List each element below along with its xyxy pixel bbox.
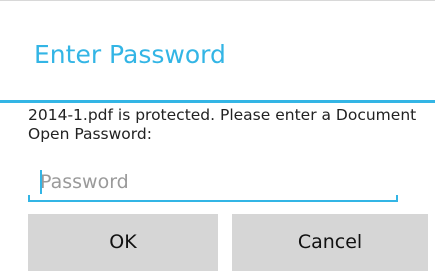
ok-button[interactable]: OK bbox=[28, 214, 218, 271]
input-underline-left-tick bbox=[28, 195, 30, 202]
input-underline-right-tick bbox=[396, 195, 398, 202]
cancel-button[interactable]: Cancel bbox=[232, 214, 428, 271]
enter-password-dialog: Enter Password 2014-1.pdf is protected. … bbox=[0, 0, 435, 271]
dialog-title: Enter Password bbox=[34, 40, 226, 69]
password-field-container bbox=[28, 162, 398, 202]
dialog-message: 2014-1.pdf is protected. Please enter a … bbox=[28, 106, 417, 143]
top-divider bbox=[0, 0, 435, 1]
password-input[interactable] bbox=[28, 162, 398, 202]
input-underline bbox=[28, 200, 398, 202]
text-cursor bbox=[40, 170, 42, 194]
title-divider bbox=[0, 100, 435, 103]
